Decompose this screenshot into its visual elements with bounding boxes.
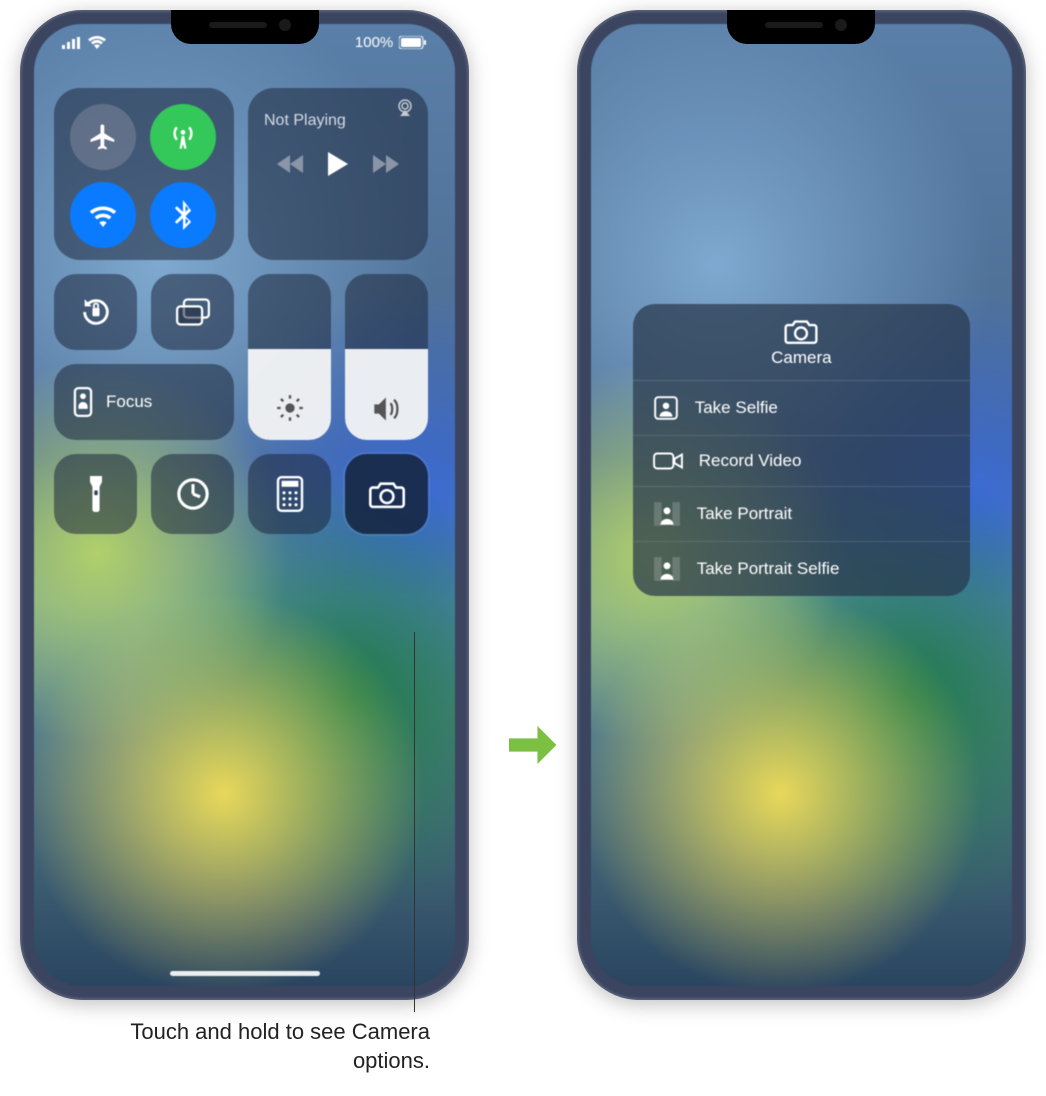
flashlight-button[interactable] (54, 454, 137, 534)
camera-menu-item-video[interactable]: Record Video (633, 435, 970, 486)
brightness-icon (276, 394, 304, 422)
portrait-selfie-icon (653, 556, 681, 582)
connectivity-panel[interactable] (54, 88, 234, 260)
menu-item-label: Take Selfie (695, 398, 778, 418)
iphone-left: 100% (20, 10, 469, 1000)
camera-button[interactable] (345, 454, 428, 534)
media-title: Not Playing (264, 112, 412, 130)
airplay-icon[interactable] (394, 98, 416, 118)
menu-item-label: Take Portrait Selfie (697, 559, 840, 579)
iphone-right: Camera Take Selfie Record Video Take Portr… (577, 10, 1026, 1000)
airplane-icon (88, 122, 118, 152)
screen-control-center: 100% (34, 24, 455, 986)
focus-label: Focus (106, 392, 152, 412)
volume-slider[interactable] (345, 274, 428, 440)
battery-icon (399, 36, 427, 49)
bluetooth-icon (174, 200, 192, 230)
media-panel[interactable]: Not Playing (248, 88, 428, 260)
timer-button[interactable] (151, 454, 234, 534)
camera-menu-header[interactable]: Camera (633, 304, 970, 381)
flashlight-icon (87, 476, 105, 512)
antenna-icon (169, 123, 197, 151)
camera-menu-item-portrait[interactable]: Take Portrait (633, 486, 970, 541)
orientation-lock-button[interactable] (54, 274, 137, 350)
cellular-data-toggle[interactable] (150, 104, 216, 170)
screen-mirroring-button[interactable] (151, 274, 234, 350)
focus-button[interactable]: Focus (54, 364, 234, 440)
camera-icon (784, 318, 818, 344)
wifi-toggle[interactable] (70, 182, 136, 248)
screen-camera-menu: Camera Take Selfie Record Video Take Portr… (591, 24, 1012, 986)
rotation-lock-icon (79, 295, 113, 329)
focus-icon (72, 387, 94, 417)
wifi-icon (88, 203, 118, 227)
portrait-icon (653, 501, 681, 527)
camera-menu-title: Camera (771, 348, 831, 367)
camera-context-menu: Camera Take Selfie Record Video Take Portr… (633, 304, 970, 596)
camera-menu-item-portrait-selfie[interactable]: Take Portrait Selfie (633, 541, 970, 596)
notch (727, 10, 875, 44)
cellular-icon (62, 37, 82, 49)
volume-icon (372, 396, 402, 422)
home-indicator[interactable] (170, 971, 320, 976)
arrow-icon (509, 723, 556, 767)
bluetooth-toggle[interactable] (150, 182, 216, 248)
mirroring-icon (176, 298, 210, 326)
airplane-mode-toggle[interactable] (70, 104, 136, 170)
calculator-icon (276, 476, 304, 512)
calculator-button[interactable] (248, 454, 331, 534)
forward-icon[interactable] (373, 155, 399, 173)
callout-line (414, 632, 415, 1012)
camera-icon (369, 479, 405, 509)
menu-item-label: Take Portrait (697, 504, 792, 524)
menu-item-label: Record Video (699, 451, 802, 471)
play-icon[interactable] (328, 152, 348, 176)
notch (171, 10, 319, 44)
battery-percent: 100% (355, 34, 393, 51)
camera-menu-item-selfie[interactable]: Take Selfie (633, 381, 970, 435)
timer-icon (176, 477, 210, 511)
brightness-slider[interactable] (248, 274, 331, 440)
wifi-icon (88, 36, 106, 49)
callout-text: Touch and hold to see Camera options. (130, 1018, 430, 1075)
rewind-icon[interactable] (277, 155, 303, 173)
video-icon (653, 450, 683, 472)
selfie-icon (653, 395, 679, 421)
